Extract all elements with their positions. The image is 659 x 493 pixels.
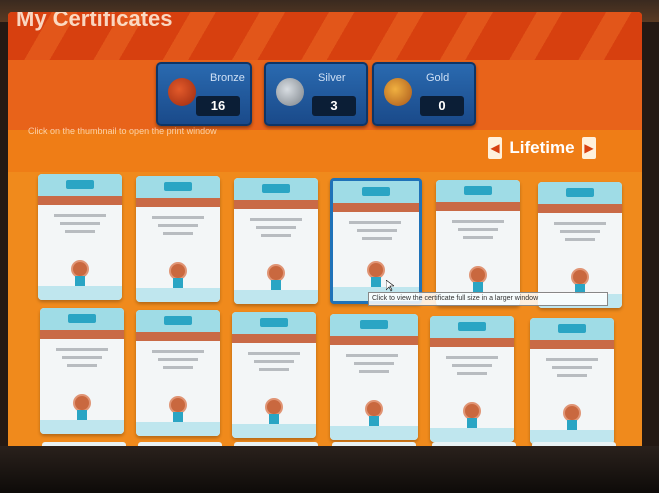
- gold-label: Gold: [426, 72, 450, 84]
- silver-count: 3: [312, 96, 356, 116]
- certificate-thumbnail[interactable]: [538, 182, 622, 308]
- certificate-thumbnail-selected[interactable]: [330, 178, 422, 304]
- gold-medal-icon: [384, 78, 412, 106]
- logo-icon: [262, 184, 290, 193]
- mouse-cursor-icon: [386, 280, 394, 292]
- certificate-thumbnail[interactable]: [136, 310, 220, 436]
- certificate-thumbnail[interactable]: [40, 308, 124, 434]
- bronze-medal-panel: Bronze 16: [156, 62, 252, 126]
- logo-icon: [458, 322, 486, 331]
- logo-icon: [164, 182, 192, 191]
- gold-medal-panel: Gold 0: [372, 62, 476, 126]
- bronze-medal-icon: [168, 78, 196, 106]
- certificate-thumbnail[interactable]: [136, 176, 220, 302]
- bottom-bezel: [0, 446, 659, 493]
- silver-medal-icon: [276, 78, 304, 106]
- logo-icon: [68, 314, 96, 323]
- logo-icon: [360, 320, 388, 329]
- certificate-thumbnail[interactable]: [234, 178, 318, 304]
- logo-icon: [558, 324, 586, 333]
- period-selector: ◀ Lifetime ▶: [484, 134, 600, 162]
- certificates-screen: My Certificates Bronze 16 Silver 3 Gold …: [8, 12, 642, 452]
- certificate-thumbnail[interactable]: [38, 174, 122, 300]
- silver-medal-panel: Silver 3: [264, 62, 368, 126]
- bronze-count: 16: [196, 96, 240, 116]
- silver-label: Silver: [318, 72, 346, 84]
- certificate-thumbnail[interactable]: [330, 314, 418, 440]
- certificate-thumbnail[interactable]: [430, 316, 514, 442]
- logo-icon: [164, 316, 192, 325]
- logo-icon: [362, 187, 390, 196]
- arrow-left-icon[interactable]: ◀: [488, 137, 502, 159]
- period-label: Lifetime: [509, 138, 575, 157]
- page-title: My Certificates: [16, 12, 173, 31]
- gold-count: 0: [420, 96, 464, 116]
- logo-icon: [464, 186, 492, 195]
- certificate-thumbnail[interactable]: [436, 180, 520, 306]
- thumbnail-tooltip: Click to view the certificate full size …: [368, 292, 608, 306]
- arrow-right-icon[interactable]: ▶: [582, 137, 596, 159]
- certificate-thumbnail[interactable]: [232, 312, 316, 438]
- bronze-label: Bronze: [210, 72, 245, 84]
- instruction-text: Click on the thumbnail to open the print…: [28, 126, 217, 136]
- logo-icon: [566, 188, 594, 197]
- certificate-thumbnail[interactable]: [530, 318, 614, 444]
- logo-icon: [260, 318, 288, 327]
- logo-icon: [66, 180, 94, 189]
- right-bezel: [641, 0, 659, 493]
